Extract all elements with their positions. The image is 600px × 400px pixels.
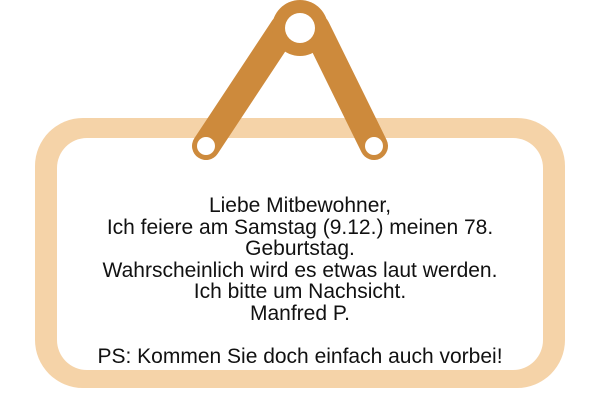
message-line-3: Wahrscheinlich wird es etwas laut werden… <box>102 258 498 282</box>
signature-line: Manfred P. <box>249 301 350 325</box>
greeting-line: Liebe Mitbewohner, <box>208 194 392 217</box>
message-line-4: Ich bitte um Nachsicht. <box>193 280 407 303</box>
hanger-top-ring <box>272 0 328 56</box>
message-line-1: Ich feiere am Samstag (9.12.) meinen 78. <box>106 215 494 239</box>
sign-board: Liebe Mitbewohner, Ich feiere am Samstag… <box>57 138 543 370</box>
message-line-2: Geburtstag. <box>245 237 355 260</box>
sign-frame: Liebe Mitbewohner, Ich feiere am Samstag… <box>35 118 565 388</box>
postscript-line: PS: Kommen Sie doch einfach auch vorbei! <box>97 344 503 368</box>
notice-sign: Liebe Mitbewohner, Ich feiere am Samstag… <box>0 0 600 400</box>
sign-message: Liebe Mitbewohner, Ich feiere am Samstag… <box>57 195 543 367</box>
